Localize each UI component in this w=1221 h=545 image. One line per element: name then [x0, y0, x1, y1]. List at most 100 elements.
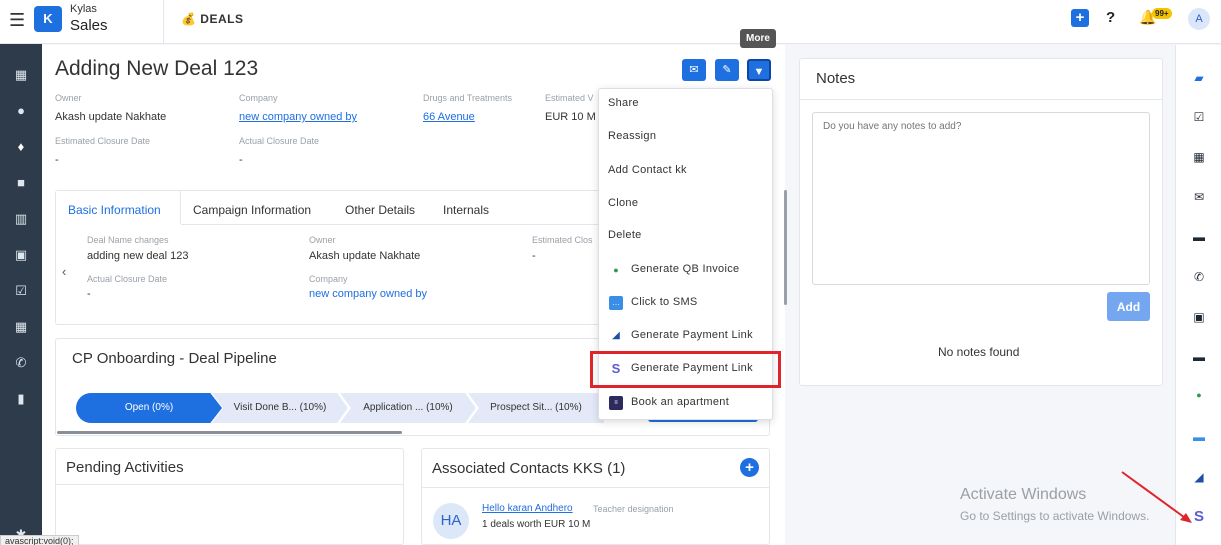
user-avatar[interactable]: A	[1188, 8, 1210, 30]
actual-closure-label: Actual Closure Date	[239, 136, 320, 146]
hamburger-menu-icon[interactable]: ☰	[9, 10, 25, 31]
pipeline-scrollbar[interactable]	[57, 431, 402, 434]
payment-link-icon: ◢	[612, 330, 620, 341]
sms-right-icon[interactable]: ▬	[1191, 430, 1207, 444]
menu-item-add-contact[interactable]: Add Contact kk	[608, 164, 687, 176]
calendar-icon[interactable]: ▦	[0, 319, 42, 339]
bi-company-label: Company	[309, 274, 348, 284]
tab-basic-information[interactable]: Basic Information	[68, 203, 161, 217]
notes-title: Notes	[816, 70, 856, 87]
highlight-box	[590, 351, 781, 388]
main-scrollbar[interactable]	[784, 190, 787, 305]
associated-contacts-title: Associated Contacts KKS (1)	[432, 460, 626, 477]
folder-icon[interactable]: ▬	[1191, 350, 1207, 364]
qb-right-icon[interactable]: ●	[1191, 390, 1207, 400]
add-contact-icon[interactable]: +	[740, 458, 759, 477]
company-link[interactable]: new company owned by	[239, 111, 357, 123]
more-button[interactable]: ▼	[747, 59, 771, 81]
deal-title: Adding New Deal 123	[55, 57, 259, 80]
stage-visit-done[interactable]: Visit Done B... (10%)	[212, 393, 348, 423]
drugs-link[interactable]: 66 Avenue	[423, 111, 475, 123]
module-title: 💰 DEALS	[181, 12, 244, 26]
deal-name-value: adding new deal 123	[87, 250, 189, 262]
user-icon[interactable]: ●	[0, 103, 42, 123]
contacts-sep	[422, 487, 769, 488]
owner-label: Owner	[55, 93, 82, 103]
pipeline-title: CP Onboarding - Deal Pipeline	[72, 350, 277, 367]
contact-avatar: HA	[433, 503, 469, 539]
left-sidebar: ▦ ● ♦ ■ ▥ ▣ ☑ ▦ ✆ ▮ ✱	[0, 44, 42, 545]
contact-designation: Teacher designation	[593, 504, 674, 514]
products-icon[interactable]: ▣	[0, 247, 42, 267]
bi-owner-label: Owner	[309, 235, 336, 245]
menu-item-book-apartment[interactable]: Book an apartment	[631, 396, 729, 408]
menu-item-clone[interactable]: Clone	[608, 197, 638, 209]
deal-name-label: Deal Name changes	[87, 235, 169, 245]
dashboard-icon[interactable]: ▦	[0, 67, 42, 87]
top-bar: ☰ K Kylas Sales 💰 DEALS + ? 🔔 99+ A	[0, 0, 1221, 44]
brand-product: Sales	[70, 17, 108, 34]
content-gutter	[786, 45, 799, 545]
menu-item-generate-qb-invoice[interactable]: Generate QB Invoice	[631, 263, 739, 275]
brand-name: Kylas	[70, 3, 97, 15]
task-check-icon[interactable]: ☑	[1191, 110, 1207, 124]
envelope-icon: ✉	[689, 64, 699, 76]
topbar-divider	[163, 0, 164, 44]
no-notes-text: No notes found	[938, 345, 1020, 359]
calendar-right-icon[interactable]: ▦	[1191, 150, 1207, 164]
owner-value: Akash update Nakhate	[55, 111, 167, 123]
contacts-icon[interactable]: ■	[0, 175, 42, 195]
tab-campaign-information[interactable]: Campaign Information	[193, 203, 311, 217]
reports-icon[interactable]: ▮	[0, 391, 42, 411]
phone-icon[interactable]: ✆	[0, 355, 42, 375]
estimated-value: EUR 10 M	[545, 111, 596, 123]
menu-item-reassign[interactable]: Reassign	[608, 130, 656, 142]
tab-internals[interactable]: Internals	[443, 203, 489, 217]
help-icon[interactable]: ?	[1106, 9, 1115, 26]
company-label: Company	[239, 93, 278, 103]
note-icon[interactable]: ▰	[1191, 71, 1207, 85]
bi-actual-closure-label: Actual Closure Date	[87, 274, 168, 284]
email-button[interactable]: ✉	[682, 59, 706, 81]
contact-deals: 1 deals worth EUR 10 M	[482, 519, 591, 530]
pencil-icon: ✎	[722, 64, 732, 76]
phone-right-icon[interactable]: ✆	[1191, 270, 1207, 284]
deals-icon: 💰	[181, 12, 197, 26]
actual-closure-value: -	[239, 154, 243, 166]
stage-prospect-site[interactable]: Prospect Sit... (10%)	[468, 393, 604, 423]
menu-item-delete[interactable]: Delete	[608, 229, 642, 241]
quick-add-button[interactable]: +	[1071, 9, 1089, 27]
stage-open[interactable]: Open (0%)	[76, 393, 222, 423]
est-closure-label: Estimated Closure Date	[55, 136, 151, 146]
contact-name-link[interactable]: Hello karan Andhero	[482, 503, 573, 514]
annotation-arrow-icon	[1121, 471, 1192, 523]
stage-application[interactable]: Application ... (10%)	[340, 393, 476, 423]
add-note-button[interactable]: Add	[1107, 292, 1150, 321]
estimated-value-label: Estimated V	[545, 93, 594, 103]
menu-item-click-to-sms[interactable]: Click to SMS	[631, 296, 698, 308]
activate-windows-title: Activate Windows	[960, 486, 1087, 503]
pending-activities-title: Pending Activities	[66, 459, 184, 476]
kylas-logo[interactable]: K	[34, 6, 62, 32]
tab-other-details[interactable]: Other Details	[345, 203, 415, 217]
notes-input[interactable]	[812, 112, 1150, 285]
status-bar-text: avascript:void(0);	[0, 535, 79, 545]
bi-company-link[interactable]: new company owned by	[309, 288, 427, 300]
edit-button[interactable]: ✎	[715, 59, 739, 81]
chat-icon[interactable]: ▬	[1191, 230, 1207, 244]
more-tooltip: More	[740, 29, 776, 48]
est-closure-value: -	[55, 154, 59, 166]
menu-item-share[interactable]: Share	[608, 97, 639, 109]
email-right-icon[interactable]: ✉	[1191, 190, 1207, 204]
chevron-left-icon[interactable]: ‹	[62, 264, 66, 279]
companies-icon[interactable]: ▥	[0, 211, 42, 231]
tasks-icon[interactable]: ☑	[0, 283, 42, 303]
notes-sep	[800, 99, 1162, 100]
document-icon[interactable]: ▣	[1191, 310, 1207, 324]
menu-item-generate-payment-link[interactable]: Generate Payment Link	[631, 329, 753, 341]
drugs-label: Drugs and Treatments	[423, 93, 513, 103]
bi-actual-closure-value: -	[87, 288, 91, 300]
bi-est-closure-value: -	[532, 250, 536, 262]
notification-badge: 99+	[1152, 8, 1172, 19]
deals-nav-icon[interactable]: ♦	[0, 139, 42, 159]
